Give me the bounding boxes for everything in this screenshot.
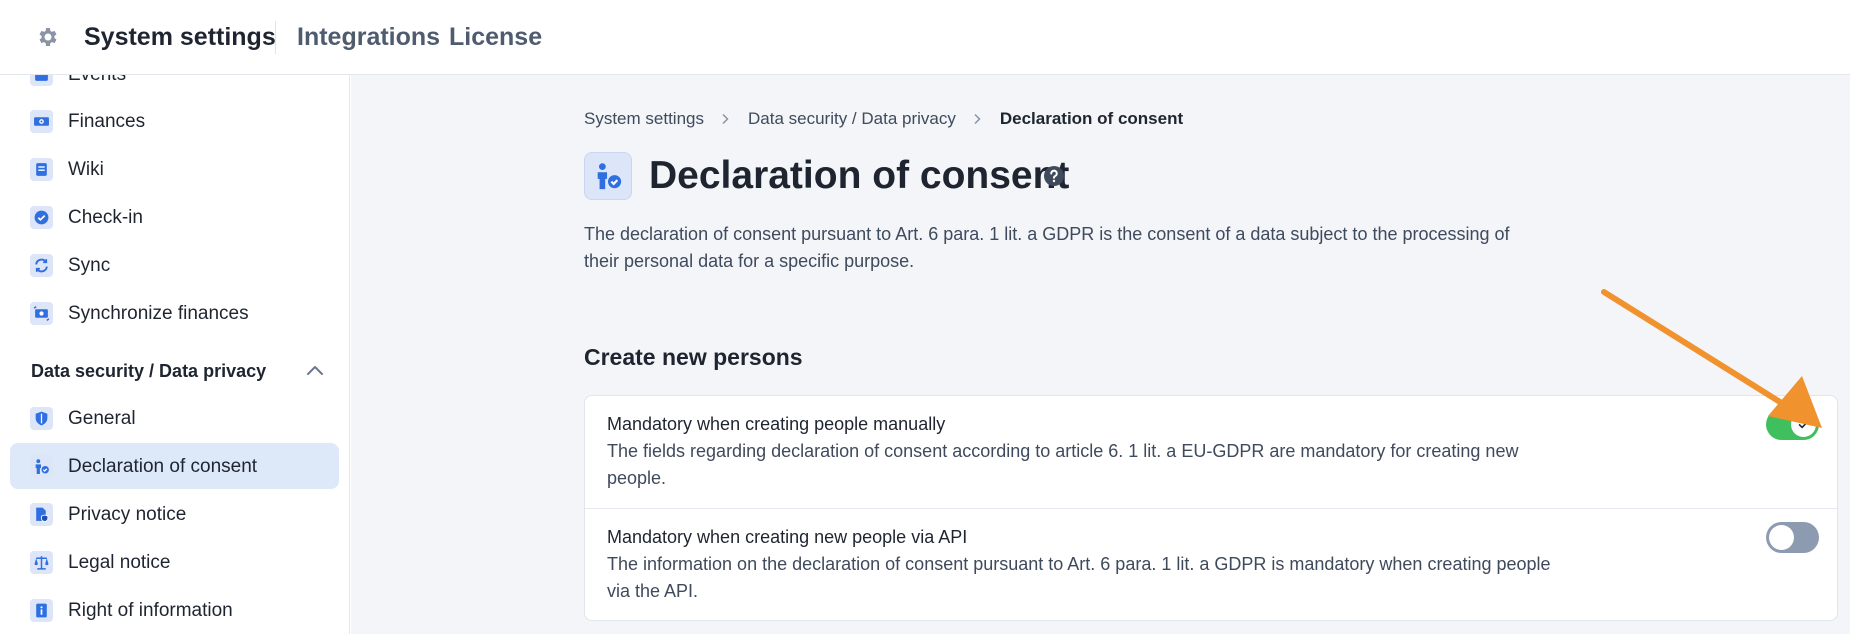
person-check-icon xyxy=(30,455,53,478)
page-title: Declaration of consent xyxy=(649,154,1070,197)
book-icon xyxy=(30,158,53,181)
toggle-knob xyxy=(1791,412,1816,437)
sidebar-item-declaration-of-consent[interactable]: Declaration of consent xyxy=(10,443,339,489)
sidebar-item-label: Legal notice xyxy=(68,552,171,573)
sidebar-item-label: Synchronize finances xyxy=(68,303,249,324)
nav-link-license[interactable]: License xyxy=(449,22,542,52)
chevron-up-icon[interactable] xyxy=(302,358,328,384)
setting-description: The information on the declaration of co… xyxy=(607,554,1551,601)
sidebar-section-title: Data security / Data privacy xyxy=(31,361,267,381)
setting-title: Mandatory when creating people manually xyxy=(607,414,946,434)
setting-title: Mandatory when creating new people via A… xyxy=(607,527,968,547)
sidebar-item-label: Events xyxy=(68,75,126,86)
sync-icon xyxy=(30,254,53,277)
sidebar-item-label: Finances xyxy=(68,111,146,132)
nav-link-integrations[interactable]: Integrations xyxy=(297,22,440,52)
shield-icon xyxy=(30,407,53,430)
sidebar-item-synchronize-finances[interactable]: Synchronize finances xyxy=(10,290,339,336)
sidebar-item-check-in[interactable]: Check-in xyxy=(10,194,339,240)
chevron-right-icon xyxy=(722,113,729,125)
sidebar-item-general[interactable]: General xyxy=(10,395,339,441)
section-title: Create new persons xyxy=(584,344,803,370)
app-title: System settings xyxy=(84,23,276,51)
sidebar-item-legal-notice[interactable]: Legal notice xyxy=(10,539,339,585)
setting-description: The fields regarding declaration of cons… xyxy=(607,441,1519,488)
toggle-mandatory-manual[interactable] xyxy=(1766,409,1819,440)
banknote-sync-icon xyxy=(30,302,53,325)
chevron-right-icon xyxy=(974,113,981,125)
sidebar-item-right-of-information[interactable]: Right of information xyxy=(10,587,339,633)
sidebar-item-wiki[interactable]: Wiki xyxy=(10,146,339,192)
settings-card: Mandatory when creating people manually … xyxy=(584,395,1838,621)
sidebar-item-label: Check-in xyxy=(68,207,143,228)
setting-row-manual: Mandatory when creating people manually … xyxy=(585,396,1837,509)
top-divider xyxy=(275,21,276,54)
document-shield-icon xyxy=(30,503,53,526)
gear-icon xyxy=(39,28,57,46)
breadcrumb: System settings Data security / Data pri… xyxy=(584,108,1183,130)
sidebar-item-label: Right of information xyxy=(68,600,233,621)
sidebar-item-finances[interactable]: Finances xyxy=(10,98,339,144)
setting-row-api: Mandatory when creating new people via A… xyxy=(585,509,1837,620)
top-bar: System settings Integrations License xyxy=(0,0,1850,75)
sidebar-item-events[interactable]: Events xyxy=(10,75,339,97)
banknote-icon xyxy=(30,110,53,133)
sidebar-item-label: Wiki xyxy=(68,159,104,180)
toggle-mandatory-api[interactable] xyxy=(1766,522,1819,553)
help-icon[interactable] xyxy=(1043,165,1065,187)
sidebar-item-privacy-notice[interactable]: Privacy notice xyxy=(10,491,339,537)
page-description: The declaration of consent pursuant to A… xyxy=(584,224,1510,271)
person-check-icon xyxy=(584,152,632,200)
breadcrumb-link-data-security[interactable]: Data security / Data privacy xyxy=(748,108,956,130)
breadcrumb-current: Declaration of consent xyxy=(999,109,1184,128)
checkmark-icon xyxy=(1798,421,1809,429)
sidebar-item-label: Sync xyxy=(68,255,111,276)
sidebar-item-label: Declaration of consent xyxy=(68,456,258,477)
sidebar-item-label: General xyxy=(68,408,136,429)
calendar-icon xyxy=(30,75,53,86)
check-circle-icon xyxy=(30,206,53,229)
breadcrumb-link-system-settings[interactable]: System settings xyxy=(584,108,704,130)
sidebar-item-label: Privacy notice xyxy=(68,504,187,525)
main-content: System settings Data security / Data pri… xyxy=(351,75,1850,634)
sidebar-item-sync[interactable]: Sync xyxy=(10,242,339,288)
toggle-knob xyxy=(1769,525,1794,550)
scales-icon xyxy=(30,551,53,574)
sidebar: Events Finances Wiki Check-in Sync Synch… xyxy=(0,75,350,634)
info-document-icon xyxy=(30,599,53,622)
